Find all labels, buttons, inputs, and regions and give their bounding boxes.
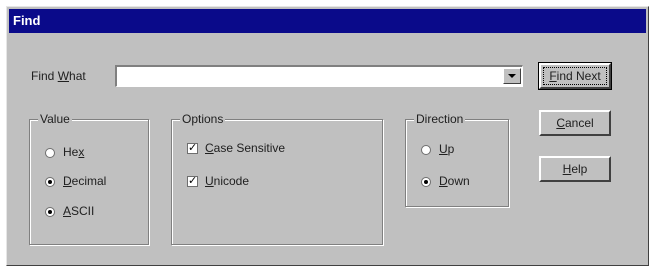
chevron-down-icon: [508, 74, 516, 78]
case-sensitive-label[interactable]: Case Sensitive: [205, 141, 285, 155]
find-what-combobox[interactable]: [115, 65, 523, 87]
radio-hex-label[interactable]: Hex: [63, 145, 84, 159]
options-group: Options: [171, 112, 383, 245]
find-next-button[interactable]: Find Next: [538, 62, 612, 90]
dropdown-button[interactable]: [503, 68, 521, 84]
find-what-label: Find What: [31, 69, 86, 83]
radio-ascii-label[interactable]: ASCII: [63, 204, 94, 218]
radio-up[interactable]: [421, 145, 431, 155]
radio-down[interactable]: [421, 177, 431, 187]
cancel-button[interactable]: Cancel: [539, 110, 611, 136]
case-sensitive-checkbox[interactable]: [187, 141, 198, 154]
dialog-title: Find: [9, 9, 646, 33]
radio-ascii[interactable]: [45, 207, 55, 217]
radio-decimal-label[interactable]: Decimal: [63, 174, 106, 188]
radio-hex[interactable]: [45, 148, 55, 158]
value-group-title: Value: [38, 112, 72, 126]
help-button[interactable]: Help: [539, 156, 611, 182]
options-group-title: Options: [180, 112, 226, 126]
unicode-checkbox[interactable]: [187, 174, 198, 187]
radio-down-label[interactable]: Down: [439, 174, 470, 188]
direction-group-title: Direction: [414, 112, 466, 126]
radio-decimal[interactable]: [45, 177, 55, 187]
focus-rectangle: [543, 67, 607, 85]
unicode-label[interactable]: Unicode: [205, 174, 249, 188]
find-dialog: Find Find What Value Hex Decimal ASCII O…: [6, 6, 649, 266]
radio-up-label[interactable]: Up: [439, 142, 454, 156]
direction-group: Direction: [405, 112, 509, 207]
